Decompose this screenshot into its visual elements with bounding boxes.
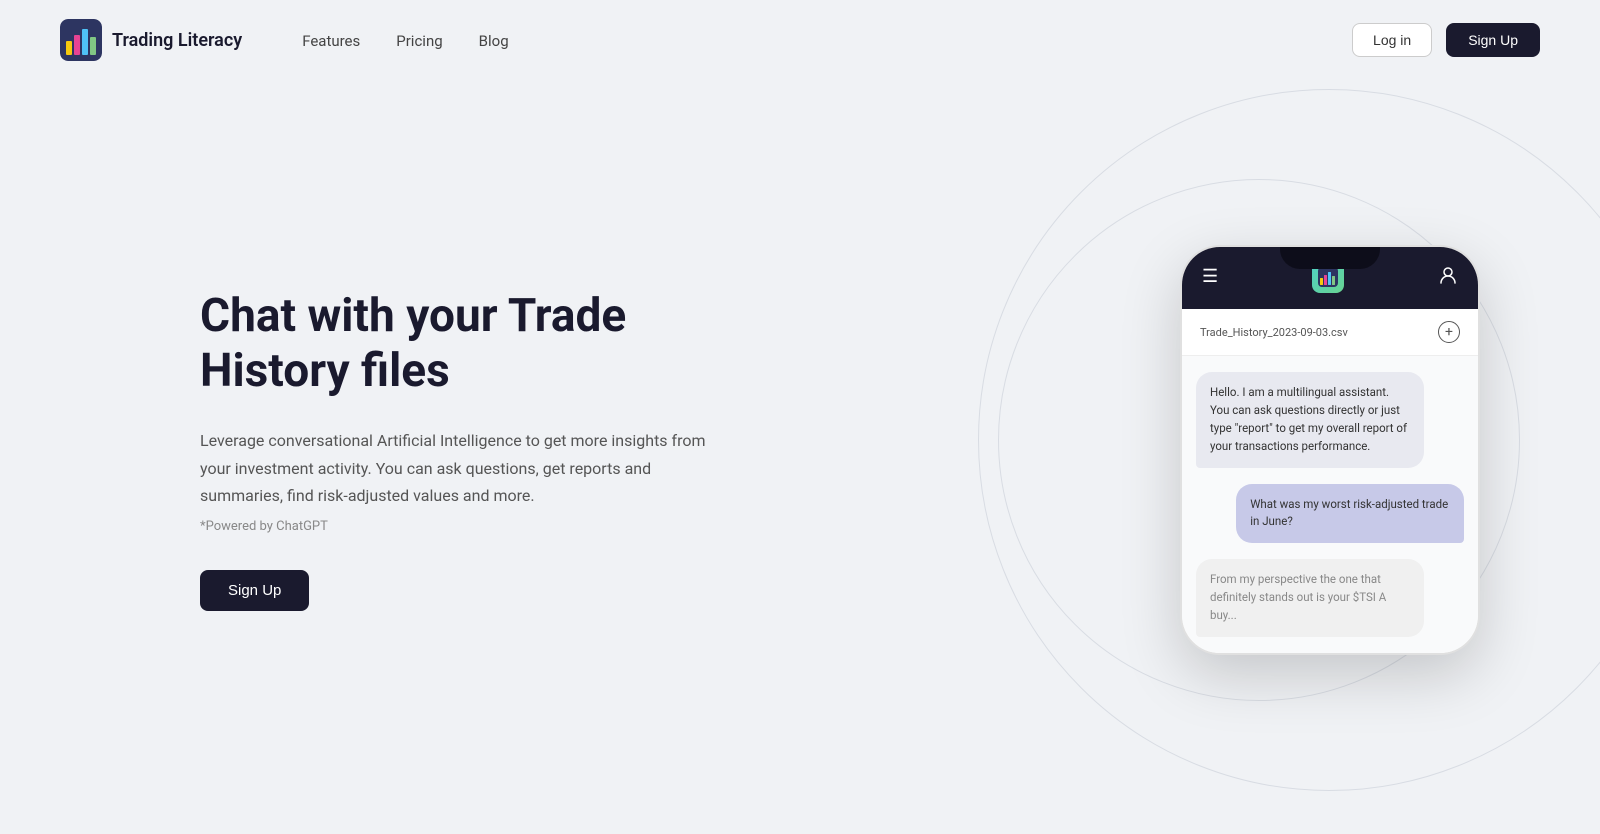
navbar: Trading Literacy Features Pricing Blog L… [0,0,1600,80]
nav-link-blog[interactable]: Blog [479,32,509,50]
phone-notch [1280,247,1380,269]
hero-description: Leverage conversational Artificial Intel… [200,427,720,509]
hero-title: Chat with your Trade History files [200,289,720,399]
hero-text: Chat with your Trade History files Lever… [200,289,720,611]
logo-link[interactable]: Trading Literacy [60,19,242,61]
login-button[interactable]: Log in [1352,23,1432,57]
signup-nav-button[interactable]: Sign Up [1446,23,1540,57]
logo-icon [60,19,102,61]
phone-frame: ☰ [1180,245,1480,654]
file-bar: Trade_History_2023-09-03.csv + [1182,309,1478,356]
file-name: Trade_History_2023-09-03.csv [1200,326,1348,339]
signup-hero-button[interactable]: Sign Up [200,570,309,611]
chat-area: Hello. I am a multilingual assistant. Yo… [1182,356,1478,652]
nav-item-pricing[interactable]: Pricing [396,31,442,50]
chat-bubble-assistant-2: From my perspective the one that definit… [1196,559,1424,636]
nav-link-features[interactable]: Features [302,32,360,50]
chat-bubble-assistant-1: Hello. I am a multilingual assistant. Yo… [1196,372,1424,467]
hero-section: Chat with your Trade History files Lever… [0,80,1600,800]
hero-powered-by: *Powered by ChatGPT [200,519,720,534]
nav-right: Log in Sign Up [1352,23,1540,57]
phone-mockup: ☰ [1180,245,1480,654]
nav-item-features[interactable]: Features [302,31,360,50]
hamburger-icon: ☰ [1202,268,1218,286]
user-icon [1438,265,1458,290]
nav-item-blog[interactable]: Blog [479,31,509,50]
logo-title: Trading Literacy [112,30,242,51]
nav-link-pricing[interactable]: Pricing [396,32,442,50]
add-file-button[interactable]: + [1438,321,1460,343]
nav-left: Trading Literacy Features Pricing Blog [60,19,509,61]
chat-bubble-user-1: What was my worst risk-adjusted trade in… [1236,484,1464,544]
phone-header: ☰ [1182,247,1478,309]
nav-links: Features Pricing Blog [302,31,508,50]
